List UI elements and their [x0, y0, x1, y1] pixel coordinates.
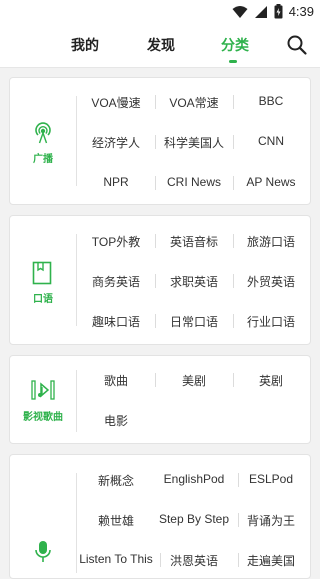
active-tab-indicator [229, 60, 237, 63]
separator [233, 176, 234, 190]
separator [238, 473, 239, 487]
category-item[interactable]: 旅游口语 [232, 233, 310, 250]
radio-tower-icon [35, 122, 51, 144]
category-item[interactable]: 走遍美国 [232, 552, 310, 569]
category-item[interactable]: CRI News [155, 175, 233, 189]
status-bar: 4:39 [0, 0, 320, 24]
status-time: 4:39 [288, 4, 314, 19]
category-label-speaking: 口语 [33, 294, 53, 305]
separator [233, 314, 234, 328]
tab-mine[interactable]: 我的 [71, 35, 99, 55]
category-card-broadcast: 广播 VOA慢速 VOA常速 BBC 经济学人 科学美国人 CNN NPR CR… [9, 77, 311, 205]
battery-icon [274, 4, 283, 19]
category-item[interactable]: TOP外教 [77, 233, 155, 250]
category-item[interactable]: 美剧 [155, 372, 233, 389]
category-card-courses: 新概念 EnglishPod ESLPod 赖世雄 Step By Step 背… [9, 454, 311, 579]
category-item[interactable]: VOA慢速 [77, 94, 155, 111]
category-item[interactable]: 赖世雄 [77, 512, 155, 529]
tab-discover[interactable]: 发现 [147, 35, 175, 55]
separator [155, 274, 156, 288]
separator [238, 513, 239, 527]
category-item[interactable]: 电影 [77, 412, 155, 429]
category-card-speaking: 口语 TOP外教 英语音标 旅游口语 商务英语 求职英语 外贸英语 趣味口语 日… [9, 215, 311, 345]
category-item[interactable]: 日常口语 [155, 313, 233, 330]
book-icon [32, 261, 52, 285]
category-label-film-music: 影视歌曲 [23, 412, 63, 423]
category-item[interactable]: VOA常速 [155, 94, 233, 111]
separator [233, 373, 234, 387]
separator [155, 176, 156, 190]
category-item[interactable]: 经济学人 [77, 134, 155, 151]
category-item[interactable]: 求职英语 [155, 273, 233, 290]
category-item[interactable]: 歌曲 [77, 372, 155, 389]
film-music-icon [31, 380, 55, 400]
category-item[interactable]: EnglishPod [150, 472, 238, 486]
category-item[interactable]: BBC [232, 94, 310, 108]
separator [160, 553, 161, 567]
category-item[interactable]: 科学美国人 [155, 134, 233, 151]
separator [155, 314, 156, 328]
tab-category[interactable]: 分类 [221, 35, 249, 55]
separator [233, 234, 234, 248]
microphone-icon [35, 541, 51, 562]
category-label-broadcast: 广播 [33, 154, 53, 165]
category-item[interactable]: AP News [232, 175, 310, 189]
separator [155, 234, 156, 248]
category-item[interactable]: ESLPod [232, 472, 310, 486]
category-item[interactable]: 外贸英语 [232, 273, 310, 290]
status-icons: 4:39 [232, 4, 314, 19]
category-item[interactable]: 新概念 [77, 472, 155, 489]
category-card-film-music: 影视歌曲 歌曲 美剧 英剧 电影 [9, 355, 311, 444]
category-item[interactable]: 背诵为王 [232, 512, 310, 529]
separator [155, 373, 156, 387]
category-item[interactable]: 洪恩英语 [155, 552, 233, 569]
separator [233, 135, 234, 149]
separator [233, 274, 234, 288]
separator [238, 553, 239, 567]
category-item[interactable]: CNN [232, 134, 310, 148]
category-item[interactable]: 英语音标 [155, 233, 233, 250]
category-item[interactable]: 商务英语 [77, 273, 155, 290]
category-item[interactable]: NPR [77, 175, 155, 189]
category-item[interactable]: Step By Step [150, 512, 238, 526]
separator [155, 95, 156, 109]
category-item[interactable]: 英剧 [232, 372, 310, 389]
separator [155, 135, 156, 149]
category-item[interactable]: 行业口语 [232, 313, 310, 330]
category-item[interactable]: Listen To This [72, 552, 160, 566]
wifi-icon [232, 5, 248, 18]
search-icon[interactable] [286, 34, 308, 56]
category-item[interactable]: 趣味口语 [77, 313, 155, 330]
separator [233, 95, 234, 109]
signal-icon [254, 5, 267, 18]
top-navigation: 我的 发现 分类 [0, 24, 320, 68]
